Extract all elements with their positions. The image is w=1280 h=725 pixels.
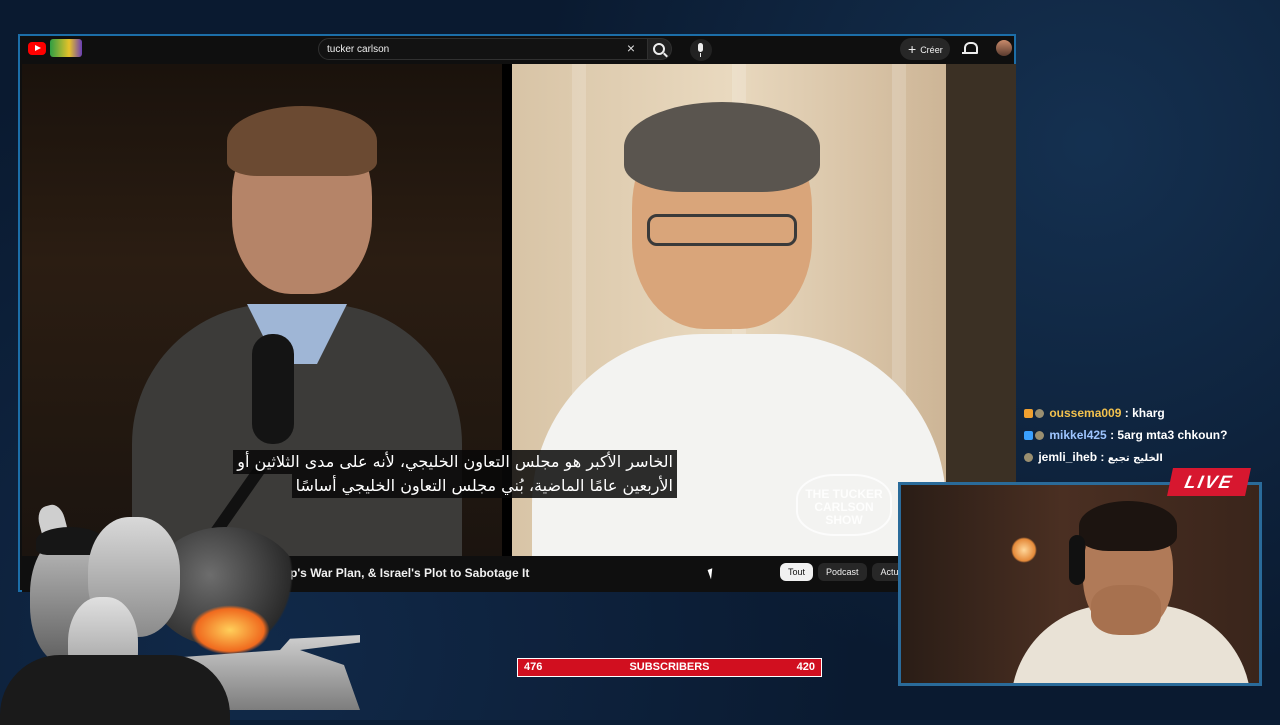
channel-brand-logo xyxy=(50,39,82,57)
chat-separator: : xyxy=(1110,428,1115,442)
search-icon xyxy=(653,43,665,55)
chat-text: kharg xyxy=(1132,406,1165,420)
sub-badge-icon xyxy=(1024,431,1033,440)
podcast-mic xyxy=(212,334,302,534)
create-label: Créer xyxy=(920,45,943,55)
clear-search-icon[interactable]: × xyxy=(624,40,638,56)
mouse-cursor-icon xyxy=(707,566,721,580)
notifications-bell-icon[interactable] xyxy=(962,42,978,54)
host-hair xyxy=(227,106,377,176)
subscriber-goal-bar: 476 SUBSCRIBERS 420 xyxy=(517,658,822,677)
sub-badge-icon xyxy=(1024,409,1033,418)
avatar-badge-icon xyxy=(1035,409,1044,418)
chat-message: oussema009 : kharg xyxy=(1024,402,1260,424)
subtitle-line: الخاسر الأكبر هو مجلس التعاون الخليجي، ل… xyxy=(233,450,677,474)
chat-text: 5arg mta3 chkoun? xyxy=(1117,428,1228,442)
streamer-hand xyxy=(1091,585,1161,635)
guest-glasses xyxy=(647,214,797,246)
plus-icon: + xyxy=(908,41,917,57)
lamp-glow xyxy=(1011,537,1037,563)
explosion-fire xyxy=(190,605,270,655)
chip-podcast[interactable]: Podcast xyxy=(818,563,867,581)
avatar-badge-icon xyxy=(1035,431,1044,440)
chat-separator: : xyxy=(1124,406,1129,420)
youtube-logo-icon[interactable] xyxy=(28,42,46,55)
avatar-badge-icon xyxy=(1024,453,1033,462)
youtube-header: tucker carlson × + Créer xyxy=(20,36,1014,64)
search-button[interactable] xyxy=(648,38,672,60)
guest-hair xyxy=(624,102,820,192)
chat-message: mikkel425 : 5arg mta3 chkoun? xyxy=(1024,424,1260,446)
show-watermark: THE TUCKER CARLSON SHOW xyxy=(796,474,892,536)
video-player[interactable]: THE TUCKER CARLSON SHOW الخاسر الأكبر هو… xyxy=(22,64,1016,556)
chat-text: الخليج تجبع xyxy=(1107,453,1163,464)
search-input[interactable]: tucker carlson xyxy=(318,38,648,60)
streamer-webcam xyxy=(898,482,1262,686)
subtitle-line: الأربعين عامًا الماضية، بُني مجلس التعاو… xyxy=(291,474,677,498)
chip-tout[interactable]: Tout xyxy=(780,563,814,581)
live-badge: LIVE xyxy=(1167,468,1251,496)
news-collage-image xyxy=(0,502,360,725)
subscriber-goal-count: 420 xyxy=(796,661,815,673)
chat-username: jemli_iheb xyxy=(1038,450,1098,464)
create-button[interactable]: + Créer xyxy=(900,38,950,60)
live-chat: oussema009 : kharg mikkel425 : 5arg mta3… xyxy=(1024,402,1260,468)
chat-separator: : xyxy=(1100,450,1105,464)
headset-icon xyxy=(1069,535,1085,585)
streamer-hair xyxy=(1079,501,1177,551)
chat-username: mikkel425 xyxy=(1049,428,1107,442)
suits-figures xyxy=(0,655,230,725)
arabic-subtitles: الخاسر الأكبر هو مجلس التعاون الخليجي، ل… xyxy=(207,450,677,498)
chat-username: oussema009 xyxy=(1049,406,1122,420)
chat-message: jemli_iheb : الخليج تجبع xyxy=(1024,446,1260,468)
subscriber-label: SUBSCRIBERS xyxy=(629,661,710,673)
account-avatar[interactable] xyxy=(996,40,1012,56)
voice-search-button[interactable] xyxy=(690,39,712,61)
